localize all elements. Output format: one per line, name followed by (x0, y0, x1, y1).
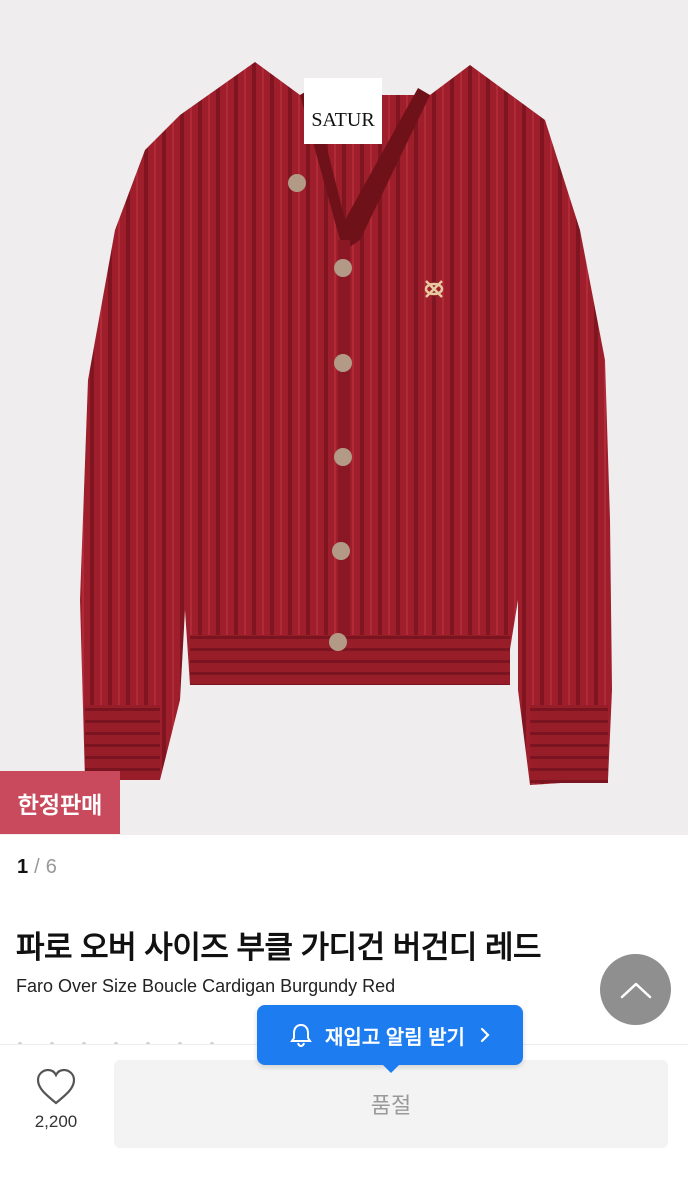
image-counter-current: 1 (17, 856, 29, 878)
restock-alert-button[interactable]: 재입고 알림 받기 (257, 1005, 523, 1065)
limited-sale-badge: 한정판매 (0, 771, 120, 834)
heart-icon (36, 1068, 76, 1105)
brand-label: SATUR (311, 109, 375, 131)
chevron-right-icon (480, 1027, 490, 1043)
product-image[interactable]: SATUR 한정판매 (0, 0, 688, 835)
image-counter-separator: / (34, 856, 40, 878)
image-counter-total: 6 (45, 856, 57, 878)
image-counter: 1/6 (17, 856, 57, 879)
bell-icon (290, 1023, 312, 1048)
restock-alert-label: 재입고 알림 받기 (325, 1026, 465, 1049)
soldout-button: 품절 (114, 1060, 668, 1148)
restock-tooltip-tail (382, 1064, 400, 1073)
scroll-top-button[interactable] (600, 954, 671, 1025)
wishlist-button[interactable]: 2,200 (20, 1068, 92, 1144)
product-title: 파로 오버 사이즈 부클 가디건 버건디 레드 (16, 930, 542, 965)
product-subtitle: Faro Over Size Boucle Cardigan Burgundy … (16, 976, 396, 996)
chevron-up-icon (620, 982, 651, 998)
wish-count: 2,200 (34, 1112, 78, 1131)
cardigan-illustration: SATUR (80, 62, 612, 785)
